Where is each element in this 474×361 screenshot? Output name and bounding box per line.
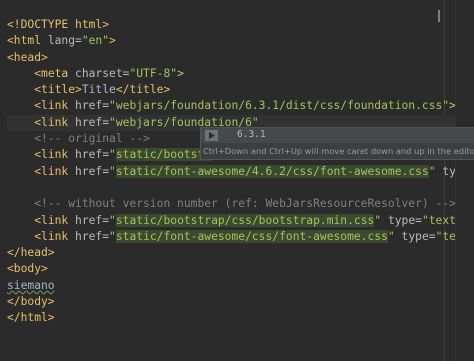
code-token: siemano — [7, 278, 55, 292]
code-token: static/bootstr — [115, 148, 212, 162]
code-token: <link — [34, 164, 76, 178]
code-token: href= — [75, 148, 110, 162]
code-token: <head> — [7, 50, 48, 64]
code-token: " — [387, 229, 395, 243]
code-token: href= — [75, 229, 110, 243]
code-token: Title — [81, 83, 116, 97]
code-token: static/font-awesome/4.6.2/css/font-aweso… — [115, 164, 429, 178]
code-line[interactable]: <link href="static/bootstrap/css/bootstr… — [7, 213, 474, 229]
code-token: </body> — [7, 295, 55, 309]
code-token: </html> — [7, 311, 55, 325]
code-token: " — [109, 148, 116, 162]
code-line[interactable]: </head> — [7, 245, 455, 261]
code-token: charset= — [75, 66, 130, 80]
completion-item-label: 6.3.1 — [237, 129, 266, 140]
code-token: <html — [7, 34, 48, 48]
code-token: <link — [34, 115, 76, 129]
error-stripe-gutter[interactable] — [455, 0, 474, 361]
code-token: type= — [387, 213, 422, 227]
code-token: " — [109, 164, 116, 178]
code-token: <!-- without version number (ref: WebJar… — [34, 197, 456, 211]
code-line[interactable]: <!DOCTYPE html> — [7, 17, 455, 33]
code-token: href= — [75, 99, 110, 113]
code-line[interactable]: siemano — [7, 278, 455, 294]
code-token: "webjars/foundation/6.3.1/dist/css/found… — [109, 99, 450, 113]
code-token: <link — [34, 229, 76, 243]
code-line[interactable]: <link href="webjars/foundation/6.3.1/dis… — [7, 98, 456, 114]
code-token: href= — [75, 213, 110, 227]
code-line[interactable]: <title>Title</title> — [7, 82, 455, 98]
code-line[interactable]: <link href="static/font-awesome/4.6.2/cs… — [7, 164, 474, 180]
code-line[interactable]: </html> — [7, 310, 455, 326]
code-token: " — [109, 229, 116, 243]
code-token: static/bootstrap/css/bootstrap.min.css — [115, 213, 375, 227]
completion-item[interactable]: 6.3.1 — [201, 128, 474, 143]
folder-icon — [205, 130, 218, 141]
code-token: "en" — [81, 34, 110, 48]
code-token: </title> — [115, 83, 171, 97]
code-line[interactable]: <!-- without version number (ref: WebJar… — [7, 196, 456, 212]
code-token: <!DOCTYPE html> — [7, 18, 110, 31]
code-token: " — [428, 164, 436, 178]
code-line[interactable]: <body> — [7, 261, 455, 277]
code-area[interactable]: <!DOCTYPE html> <html lang="en"> <head> <m… — [7, 17, 474, 327]
code-token: href= — [75, 115, 110, 129]
code-token: type= — [401, 229, 436, 243]
code-token: > — [109, 34, 116, 48]
code-token: <link — [34, 99, 76, 113]
code-token: <link — [34, 148, 76, 162]
code-line[interactable]: <html lang="en"> — [7, 33, 455, 49]
code-line[interactable]: </body> — [7, 294, 455, 310]
code-token: static/font-awesome/css/font-awesome.css — [115, 229, 388, 243]
code-editor[interactable]: <!DOCTYPE html> <html lang="en"> <head> <m… — [0, 0, 474, 361]
code-token: > — [177, 66, 184, 80]
code-token: href= — [75, 164, 110, 178]
code-token: " — [109, 213, 116, 227]
code-line[interactable]: <head> — [7, 50, 455, 66]
code-token: <!-- original --> — [34, 132, 150, 146]
code-token: <meta — [34, 66, 76, 80]
code-token: <title> — [34, 83, 82, 97]
code-line[interactable]: <link href="static/font-awesome/css/font… — [7, 229, 474, 245]
code-line[interactable] — [7, 180, 455, 196]
completion-hint: Ctrl+Down and Ctrl+Up will move caret do… — [203, 146, 474, 156]
code-token: <body> — [7, 262, 48, 276]
code-token: lang= — [47, 34, 82, 48]
code-line[interactable]: <meta charset="UTF-8"> — [7, 66, 455, 82]
completion-popup[interactable]: 6.3.1 Ctrl+Down and Ctrl+Up will move ca… — [200, 127, 474, 160]
code-token: </head> — [7, 246, 55, 260]
code-token: <link — [34, 213, 76, 227]
code-token: "UTF-8" — [129, 66, 178, 80]
